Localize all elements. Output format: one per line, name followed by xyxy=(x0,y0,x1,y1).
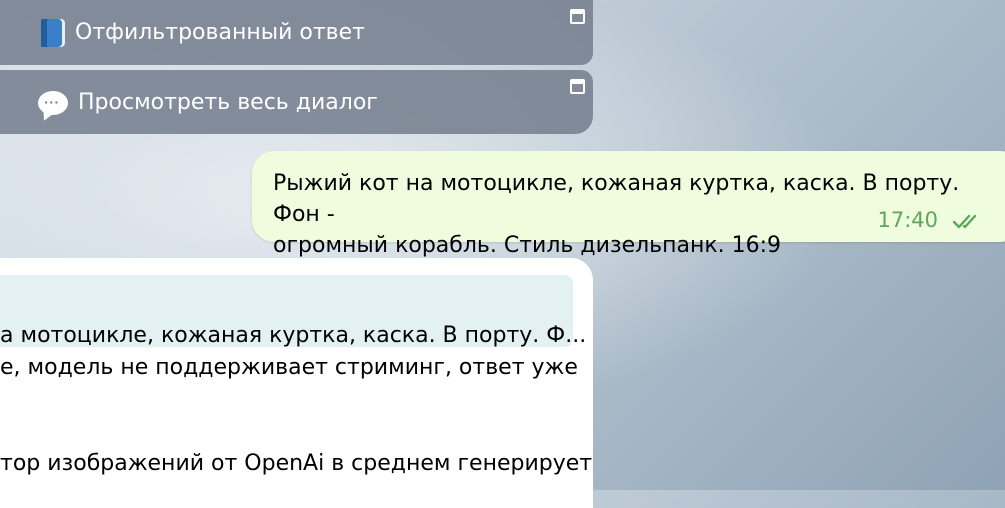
double-check-icon xyxy=(952,214,977,228)
message-time: 17:40 xyxy=(877,208,938,232)
incoming-message-line: е, модель не поддерживает стриминг, отве… xyxy=(0,355,578,380)
view-full-dialog-button[interactable]: ··· Просмотреть весь диалог xyxy=(0,70,593,134)
filtered-answer-label: Отфильтрованный ответ xyxy=(75,20,365,45)
filtered-answer-button[interactable]: Отфильтрованный ответ xyxy=(0,0,593,65)
outgoing-message-line: огромный корабль. Стиль дизельпанк. 16:9 xyxy=(273,233,782,258)
speech-bubble-icon: ··· xyxy=(38,91,68,115)
outgoing-message-line: Рыжий кот на мотоцикле, кожаная куртка, … xyxy=(273,171,960,227)
open-window-icon xyxy=(570,79,585,94)
incoming-message[interactable]: а мотоцикле, кожаная куртка, каска. В по… xyxy=(0,258,593,508)
incoming-message-line: тор изображений от OpenAi в среднем гене… xyxy=(0,451,593,476)
reply-quote-text: а мотоцикле, кожаная куртка, каска. В по… xyxy=(0,323,587,348)
book-icon xyxy=(41,18,65,47)
open-window-icon xyxy=(570,9,585,24)
outgoing-message[interactable]: Рыжий кот на мотоцикле, кожаная куртка, … xyxy=(252,151,1005,258)
view-full-dialog-label: Просмотреть весь диалог xyxy=(78,89,378,115)
message-meta: 17:40 xyxy=(877,205,982,236)
reply-quote[interactable]: а мотоцикле, кожаная куртка, каска. В по… xyxy=(0,275,586,348)
